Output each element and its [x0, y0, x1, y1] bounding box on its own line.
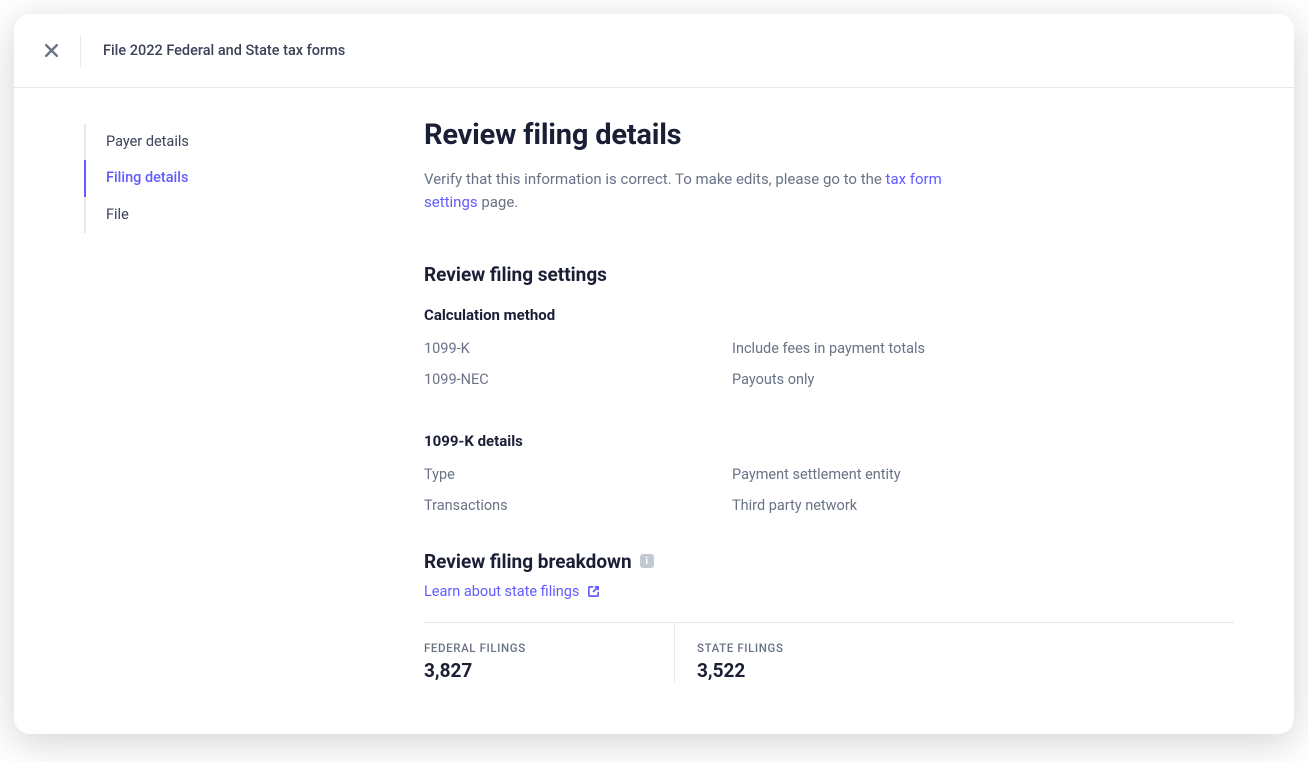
- stat-state: STATE FILINGS 3,522: [674, 623, 924, 682]
- kdetails-val: Payment settlement entity: [732, 466, 901, 483]
- k-details-heading: 1099-K details: [424, 432, 1234, 450]
- learn-state-filings-link[interactable]: Learn about state filings: [424, 583, 600, 600]
- kdetails-key: Transactions: [424, 497, 732, 514]
- stats-row: FEDERAL FILINGS 3,827 STATE FILINGS 3,52…: [424, 622, 1234, 682]
- subtitle-post: page.: [478, 193, 519, 211]
- page-title: Review filing details: [424, 118, 1234, 152]
- subtitle-pre: Verify that this information is correct.…: [424, 170, 886, 188]
- info-icon[interactable]: i: [640, 554, 654, 568]
- kdetails-val: Third party network: [732, 497, 857, 514]
- calc-row: 1099-K Include fees in payment totals: [424, 340, 1234, 357]
- stat-value: 3,827: [424, 659, 674, 682]
- header-divider: [80, 35, 81, 67]
- calc-val: Include fees in payment totals: [732, 340, 925, 357]
- sidebar-item-payer-details[interactable]: Payer details: [84, 124, 354, 160]
- page-subtitle: Verify that this information is correct.…: [424, 168, 944, 215]
- stat-federal: FEDERAL FILINGS 3,827: [424, 623, 674, 682]
- kdetails-key: Type: [424, 466, 732, 483]
- stat-label: STATE FILINGS: [697, 641, 924, 655]
- modal: File 2022 Federal and State tax forms Pa…: [14, 14, 1294, 734]
- sidebar-item-filing-details[interactable]: Filing details: [84, 160, 354, 196]
- external-link-icon: [587, 585, 600, 598]
- stat-label: FEDERAL FILINGS: [424, 641, 674, 655]
- calc-val: Payouts only: [732, 371, 814, 388]
- kdetails-row: Transactions Third party network: [424, 497, 1234, 514]
- settings-heading: Review filing settings: [424, 263, 1234, 286]
- close-icon: [44, 43, 59, 58]
- sidebar-item-file[interactable]: File: [84, 197, 354, 233]
- stat-value: 3,522: [697, 659, 924, 682]
- breakdown-heading-row: Review filing breakdown i: [424, 550, 1234, 573]
- breakdown-heading: Review filing breakdown: [424, 550, 632, 573]
- modal-body: Payer details Filing details File Review…: [14, 88, 1294, 734]
- close-button[interactable]: [32, 32, 70, 70]
- calculation-method-heading: Calculation method: [424, 306, 1234, 324]
- calc-row: 1099-NEC Payouts only: [424, 371, 1234, 388]
- calc-key: 1099-K: [424, 340, 732, 357]
- content: Review filing details Verify that this i…: [354, 88, 1294, 734]
- calc-key: 1099-NEC: [424, 371, 732, 388]
- learn-link-label: Learn about state filings: [424, 583, 579, 600]
- sidebar: Payer details Filing details File: [14, 88, 354, 734]
- modal-header: File 2022 Federal and State tax forms: [14, 14, 1294, 88]
- header-title: File 2022 Federal and State tax forms: [103, 42, 345, 59]
- kdetails-row: Type Payment settlement entity: [424, 466, 1234, 483]
